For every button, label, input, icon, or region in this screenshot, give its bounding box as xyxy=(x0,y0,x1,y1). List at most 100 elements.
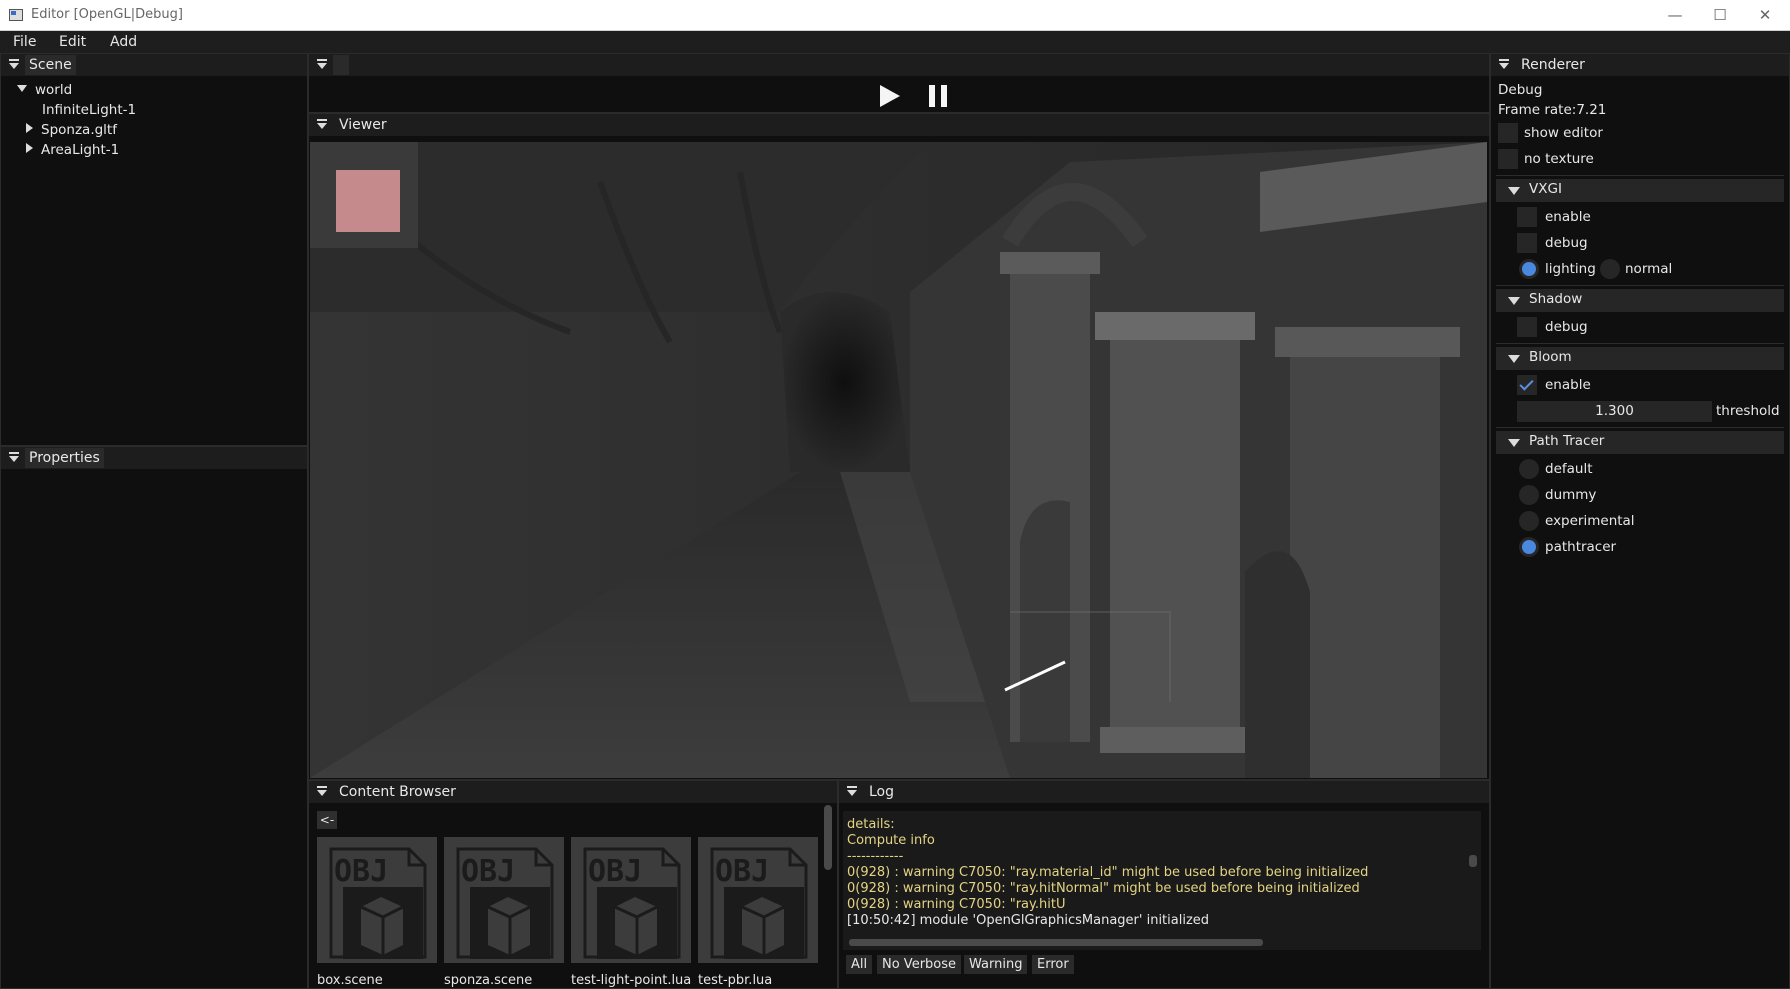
panel-menu-icon[interactable] xyxy=(9,452,21,464)
pt-pathtracer-radio[interactable] xyxy=(1519,537,1539,557)
log-horizontal-scrollbar[interactable] xyxy=(849,939,1263,946)
window-title: Editor [OpenGL|Debug] xyxy=(31,7,183,22)
maximize-button[interactable]: ☐ xyxy=(1697,0,1743,31)
divider xyxy=(1496,175,1784,176)
pt-experimental-label: experimental xyxy=(1545,513,1635,529)
vxgi-debug-checkbox[interactable] xyxy=(1517,233,1537,253)
vxgi-normal-radio[interactable] xyxy=(1600,259,1620,279)
file-name: box.scene xyxy=(317,973,383,988)
section-vxgi[interactable]: VXGI xyxy=(1496,179,1784,202)
log-line: Compute info xyxy=(847,833,935,848)
vxgi-enable-checkbox[interactable] xyxy=(1517,207,1537,227)
bloom-threshold-input[interactable]: 1.300 xyxy=(1517,401,1712,422)
file-name: sponza.scene xyxy=(444,973,533,988)
content-browser-header[interactable]: Content Browser xyxy=(309,781,837,803)
obj-icon-text: OBJ xyxy=(588,854,642,889)
bloom-enable-checkbox[interactable] xyxy=(1517,375,1537,395)
pt-experimental-radio[interactable] xyxy=(1519,511,1539,531)
log-filter-no-verbose[interactable]: No Verbose xyxy=(877,955,962,974)
section-arrow-icon xyxy=(1508,187,1520,195)
section-title: Bloom xyxy=(1529,349,1572,365)
renderer-mode: Debug xyxy=(1498,82,1543,98)
vxgi-lighting-radio[interactable] xyxy=(1519,259,1539,279)
tree-item-sponza[interactable]: Sponza.gltf xyxy=(26,121,117,139)
pt-dummy-radio[interactable] xyxy=(1519,485,1539,505)
log-line: 0(928) : warning C7050: "ray.hitU xyxy=(847,897,1066,912)
section-bloom[interactable]: Bloom xyxy=(1496,347,1784,370)
divider xyxy=(1496,285,1784,286)
log-vertical-scrollbar[interactable] xyxy=(1469,855,1477,867)
panel-menu-icon[interactable] xyxy=(9,59,21,71)
section-title: Path Tracer xyxy=(1529,433,1605,449)
vxgi-debug-label: debug xyxy=(1545,235,1588,251)
bloom-threshold-label: threshold xyxy=(1716,403,1780,419)
content-browser-title: Content Browser xyxy=(339,784,456,800)
tree-item-infinitelight[interactable]: InfiniteLight-1 xyxy=(42,101,136,119)
file-thumbnail[interactable]: OBJ xyxy=(317,837,437,963)
viewer-panel-header[interactable]: Viewer xyxy=(309,114,1489,136)
back-button[interactable]: <- xyxy=(317,811,337,829)
properties-panel-header[interactable]: Properties xyxy=(1,447,307,469)
renderer-panel-header[interactable]: Renderer xyxy=(1491,54,1789,76)
collapse-arrow-icon[interactable] xyxy=(26,123,33,133)
minimize-button[interactable]: — xyxy=(1652,0,1698,31)
no-texture-checkbox[interactable] xyxy=(1498,149,1518,169)
tree-item-world[interactable]: world xyxy=(17,81,72,99)
scene-panel-title: Scene xyxy=(25,55,76,75)
play-icon[interactable] xyxy=(880,85,900,107)
light-thumbnail-swatch xyxy=(336,170,400,232)
pt-default-radio[interactable] xyxy=(1519,459,1539,479)
vxgi-enable-label: enable xyxy=(1545,209,1591,225)
expand-arrow-icon[interactable] xyxy=(17,85,27,92)
app-icon xyxy=(9,9,23,21)
obj-icon-text: OBJ xyxy=(461,854,515,889)
section-shadow[interactable]: Shadow xyxy=(1496,289,1784,312)
obj-icon-text: OBJ xyxy=(334,854,388,889)
section-arrow-icon xyxy=(1508,355,1520,363)
section-path-tracer[interactable]: Path Tracer xyxy=(1496,431,1784,454)
scene-panel: Scene world InfiniteLight-1 Sponza.gltf … xyxy=(0,53,308,446)
scene-panel-header[interactable]: Scene xyxy=(1,54,307,76)
panel-menu-icon[interactable] xyxy=(1499,59,1511,71)
properties-panel: Properties xyxy=(0,446,308,989)
obj-icon-text: OBJ xyxy=(715,854,769,889)
obj-file-icon: OBJ xyxy=(583,847,681,959)
section-title: VXGI xyxy=(1529,181,1562,197)
log-filter-all[interactable]: All xyxy=(846,955,873,974)
file-thumbnail[interactable]: OBJ xyxy=(444,837,564,963)
file-thumbnail[interactable]: OBJ xyxy=(698,837,818,963)
pt-dummy-label: dummy xyxy=(1545,487,1597,503)
obj-file-icon: OBJ xyxy=(329,847,427,959)
content-browser-scrollbar[interactable] xyxy=(824,805,832,870)
tree-item-label: InfiniteLight-1 xyxy=(42,102,137,118)
panel-menu-icon[interactable] xyxy=(317,59,329,71)
window-titlebar: Editor [OpenGL|Debug] — ☐ ✕ xyxy=(0,0,1790,31)
section-title: Shadow xyxy=(1529,291,1583,307)
vxgi-lighting-label: lighting xyxy=(1545,261,1596,277)
file-name: test-light-point.lua xyxy=(571,973,692,988)
collapse-arrow-icon[interactable] xyxy=(26,143,33,153)
toolbar-panel-header[interactable] xyxy=(309,54,1489,76)
file-thumbnail[interactable]: OBJ xyxy=(571,837,691,963)
shadow-debug-label: debug xyxy=(1545,319,1588,335)
toolbar-panel-tab[interactable] xyxy=(333,55,349,75)
log-line: details: xyxy=(847,817,895,832)
shadow-debug-checkbox[interactable] xyxy=(1517,317,1537,337)
menu-add[interactable]: Add xyxy=(101,31,146,53)
log-panel-header[interactable]: Log xyxy=(839,781,1489,803)
viewport-render[interactable] xyxy=(310,142,1487,778)
log-filter-warning[interactable]: Warning xyxy=(964,955,1028,974)
vxgi-normal-label: normal xyxy=(1625,261,1673,277)
log-filter-error[interactable]: Error xyxy=(1032,955,1074,974)
menu-file[interactable]: File xyxy=(4,31,45,53)
show-editor-checkbox[interactable] xyxy=(1498,123,1518,143)
obj-file-icon: OBJ xyxy=(456,847,554,959)
panel-menu-icon[interactable] xyxy=(317,119,329,131)
tree-item-arealight[interactable]: AreaLight-1 xyxy=(26,141,119,159)
menu-edit[interactable]: Edit xyxy=(50,31,95,53)
close-button[interactable]: ✕ xyxy=(1742,0,1788,31)
menu-bar: File Edit Add xyxy=(0,31,1790,53)
pause-icon[interactable] xyxy=(929,85,947,107)
panel-menu-icon[interactable] xyxy=(317,786,329,798)
panel-menu-icon[interactable] xyxy=(847,786,859,798)
